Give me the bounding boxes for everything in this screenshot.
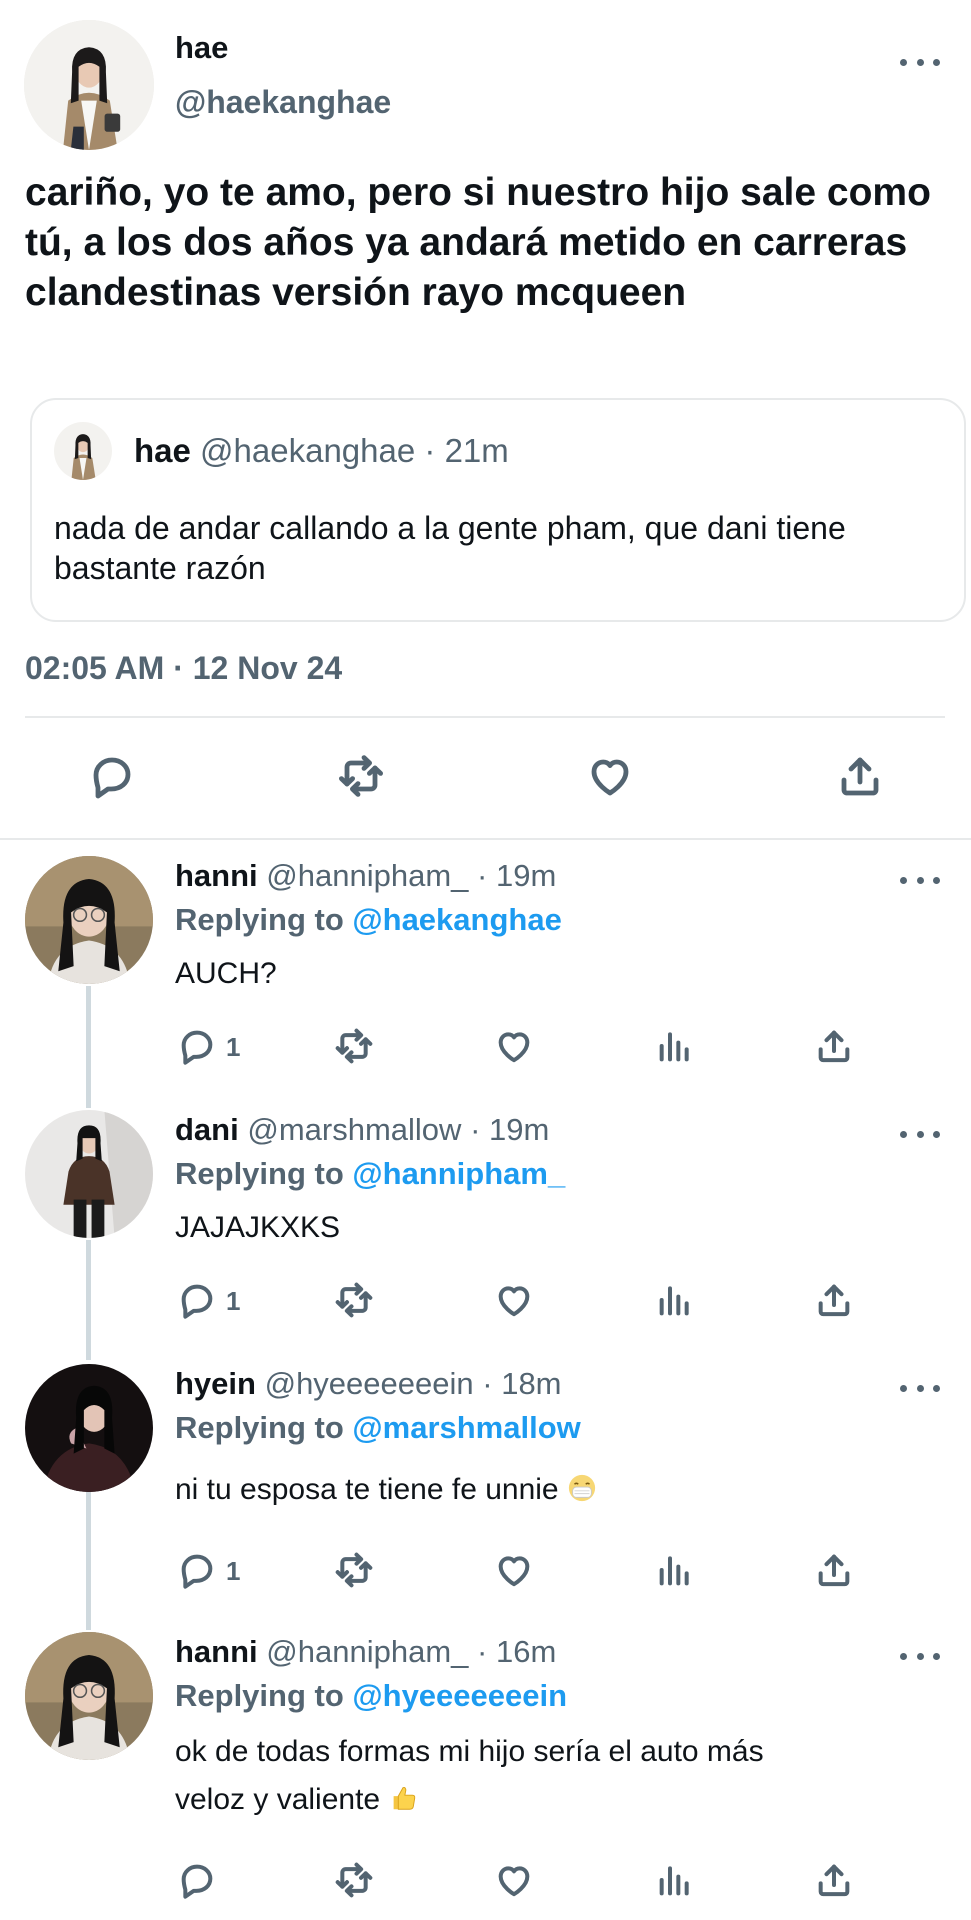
replying-to: Replying to @hannipham_	[175, 1156, 565, 1192]
share-icon[interactable]	[814, 1550, 854, 1590]
reply-count: 1	[226, 1286, 241, 1316]
divider	[0, 838, 971, 840]
display-name[interactable]: hyein	[175, 1366, 256, 1401]
replying-label: Replying to	[175, 1156, 344, 1191]
reply-icon[interactable]	[88, 752, 136, 800]
more-options-icon[interactable]	[900, 1124, 940, 1144]
avatar	[54, 422, 112, 480]
share-icon[interactable]	[814, 1860, 854, 1900]
avatar[interactable]	[25, 856, 153, 984]
reply-text-row: ni tu esposa te tiene fe unnie	[175, 1466, 935, 1514]
display-name[interactable]: hanni	[175, 1634, 258, 1669]
retweet-icon[interactable]	[334, 1550, 374, 1590]
tweet-time: 21m	[444, 432, 509, 469]
retweet-icon[interactable]	[334, 1280, 374, 1320]
reply-text: JAJAJKXKS	[175, 1211, 341, 1244]
reply-count: 1	[226, 1032, 241, 1062]
replying-to: Replying to @haekanghae	[175, 902, 562, 938]
mention-link[interactable]: @marshmallow	[352, 1410, 580, 1445]
reply-header: dani @marshmallow · 19m	[175, 1112, 549, 1148]
quoted-tweet[interactable]: hae @haekanghae · 21m nada de andar call…	[30, 398, 966, 622]
avatar[interactable]	[25, 1364, 153, 1492]
more-options-icon[interactable]	[900, 52, 940, 72]
tweet-time[interactable]: 18m	[501, 1366, 561, 1401]
quoted-tweet-header: hae @haekanghae · 21m	[134, 432, 509, 470]
reply-icon[interactable]	[177, 1550, 217, 1590]
like-icon[interactable]	[494, 1550, 534, 1590]
mention-link[interactable]: @hannipham_	[352, 1156, 565, 1191]
reply-header: hyein @hyeeeeeeein · 18m	[175, 1366, 562, 1402]
user-handle[interactable]: @haekanghae	[175, 84, 391, 121]
retweet-icon[interactable]	[334, 1026, 374, 1066]
separator: ·	[482, 1366, 493, 1401]
reply-text-block: ok de todas formas mi hijo sería el auto…	[175, 1728, 935, 1824]
tweet-text: cariño, yo te amo, pero si nuestro hijo …	[25, 171, 931, 314]
tweet-time[interactable]: 19m	[496, 858, 556, 893]
tweet-time[interactable]: 16m	[496, 1634, 556, 1669]
like-icon[interactable]	[586, 752, 634, 800]
views-icon[interactable]	[655, 1280, 695, 1320]
user-handle[interactable]: @hannipham_	[266, 1634, 468, 1669]
user-handle[interactable]: @hannipham_	[266, 858, 468, 893]
replying-to: Replying to @marshmallow	[175, 1410, 581, 1446]
separator: ·	[470, 1112, 481, 1147]
avatar[interactable]	[25, 1110, 153, 1238]
replying-label: Replying to	[175, 902, 344, 937]
mention-link[interactable]: @haekanghae	[352, 902, 561, 937]
replying-label: Replying to	[175, 1678, 344, 1713]
reply-tweet[interactable]: hanni @hannipham_ · 16m Replying to @hye…	[0, 1632, 971, 1912]
reply-icon[interactable]	[177, 1860, 217, 1900]
replying-label: Replying to	[175, 1410, 344, 1445]
retweet-icon[interactable]	[337, 752, 385, 800]
like-icon[interactable]	[494, 1026, 534, 1066]
reply-text: AUCH?	[175, 957, 277, 990]
medical-mask-emoji-icon	[567, 1470, 597, 1502]
reply-text-line: ok de todas formas mi hijo sería el auto…	[175, 1735, 764, 1768]
reply-header: hanni @hannipham_ · 19m	[175, 858, 556, 894]
views-icon[interactable]	[655, 1860, 695, 1900]
reply-tweet[interactable]: dani @marshmallow · 19m Replying to @han…	[0, 1110, 971, 1330]
mention-link[interactable]: @hyeeeeeeein	[352, 1678, 567, 1713]
avatar[interactable]	[25, 1632, 153, 1760]
replying-to: Replying to @hyeeeeeeein	[175, 1678, 567, 1714]
retweet-icon[interactable]	[334, 1860, 374, 1900]
reply-header: hanni @hannipham_ · 16m	[175, 1634, 556, 1670]
display-name[interactable]: hae	[175, 30, 228, 66]
like-icon[interactable]	[494, 1280, 534, 1320]
tweet-time[interactable]: 19m	[489, 1112, 549, 1147]
reply-tweet[interactable]: hanni @hannipham_ · 19m Replying to @hae…	[0, 856, 971, 1076]
share-icon[interactable]	[836, 752, 884, 800]
reply-tweet[interactable]: hyein @hyeeeeeeein · 18m Replying to @ma…	[0, 1364, 971, 1594]
like-icon[interactable]	[494, 1860, 534, 1900]
reply-text: ni tu esposa te tiene fe unnie	[175, 1473, 559, 1506]
more-options-icon[interactable]	[900, 870, 940, 890]
user-handle[interactable]: @hyeeeeeeein	[265, 1366, 474, 1401]
reply-count: 1	[226, 1556, 241, 1586]
quoted-tweet-text: nada de andar callando a la gente pham, …	[54, 510, 846, 586]
separator: ·	[424, 432, 436, 469]
avatar[interactable]	[24, 20, 154, 150]
share-icon[interactable]	[814, 1026, 854, 1066]
share-icon[interactable]	[814, 1280, 854, 1320]
reply-text-line: veloz y valiente	[175, 1783, 381, 1816]
more-options-icon[interactable]	[900, 1646, 940, 1666]
user-handle[interactable]: @marshmallow	[247, 1112, 461, 1147]
display-name: hae	[134, 432, 191, 469]
reply-icon[interactable]	[177, 1280, 217, 1320]
divider	[25, 716, 945, 718]
views-icon[interactable]	[655, 1026, 695, 1066]
separator: ·	[477, 1634, 488, 1669]
separator: ·	[477, 858, 488, 893]
thumbs-up-emoji-icon	[388, 1780, 418, 1810]
views-icon[interactable]	[655, 1550, 695, 1590]
reply-icon[interactable]	[177, 1026, 217, 1066]
display-name[interactable]: dani	[175, 1112, 239, 1147]
tweet-timestamp[interactable]: 02:05 AM · 12 Nov 24	[25, 650, 342, 687]
more-options-icon[interactable]	[900, 1378, 940, 1398]
main-tweet: hae @haekanghae cariño, yo te amo, pero …	[0, 0, 971, 840]
user-handle: @haekanghae	[200, 432, 416, 469]
display-name[interactable]: hanni	[175, 858, 258, 893]
